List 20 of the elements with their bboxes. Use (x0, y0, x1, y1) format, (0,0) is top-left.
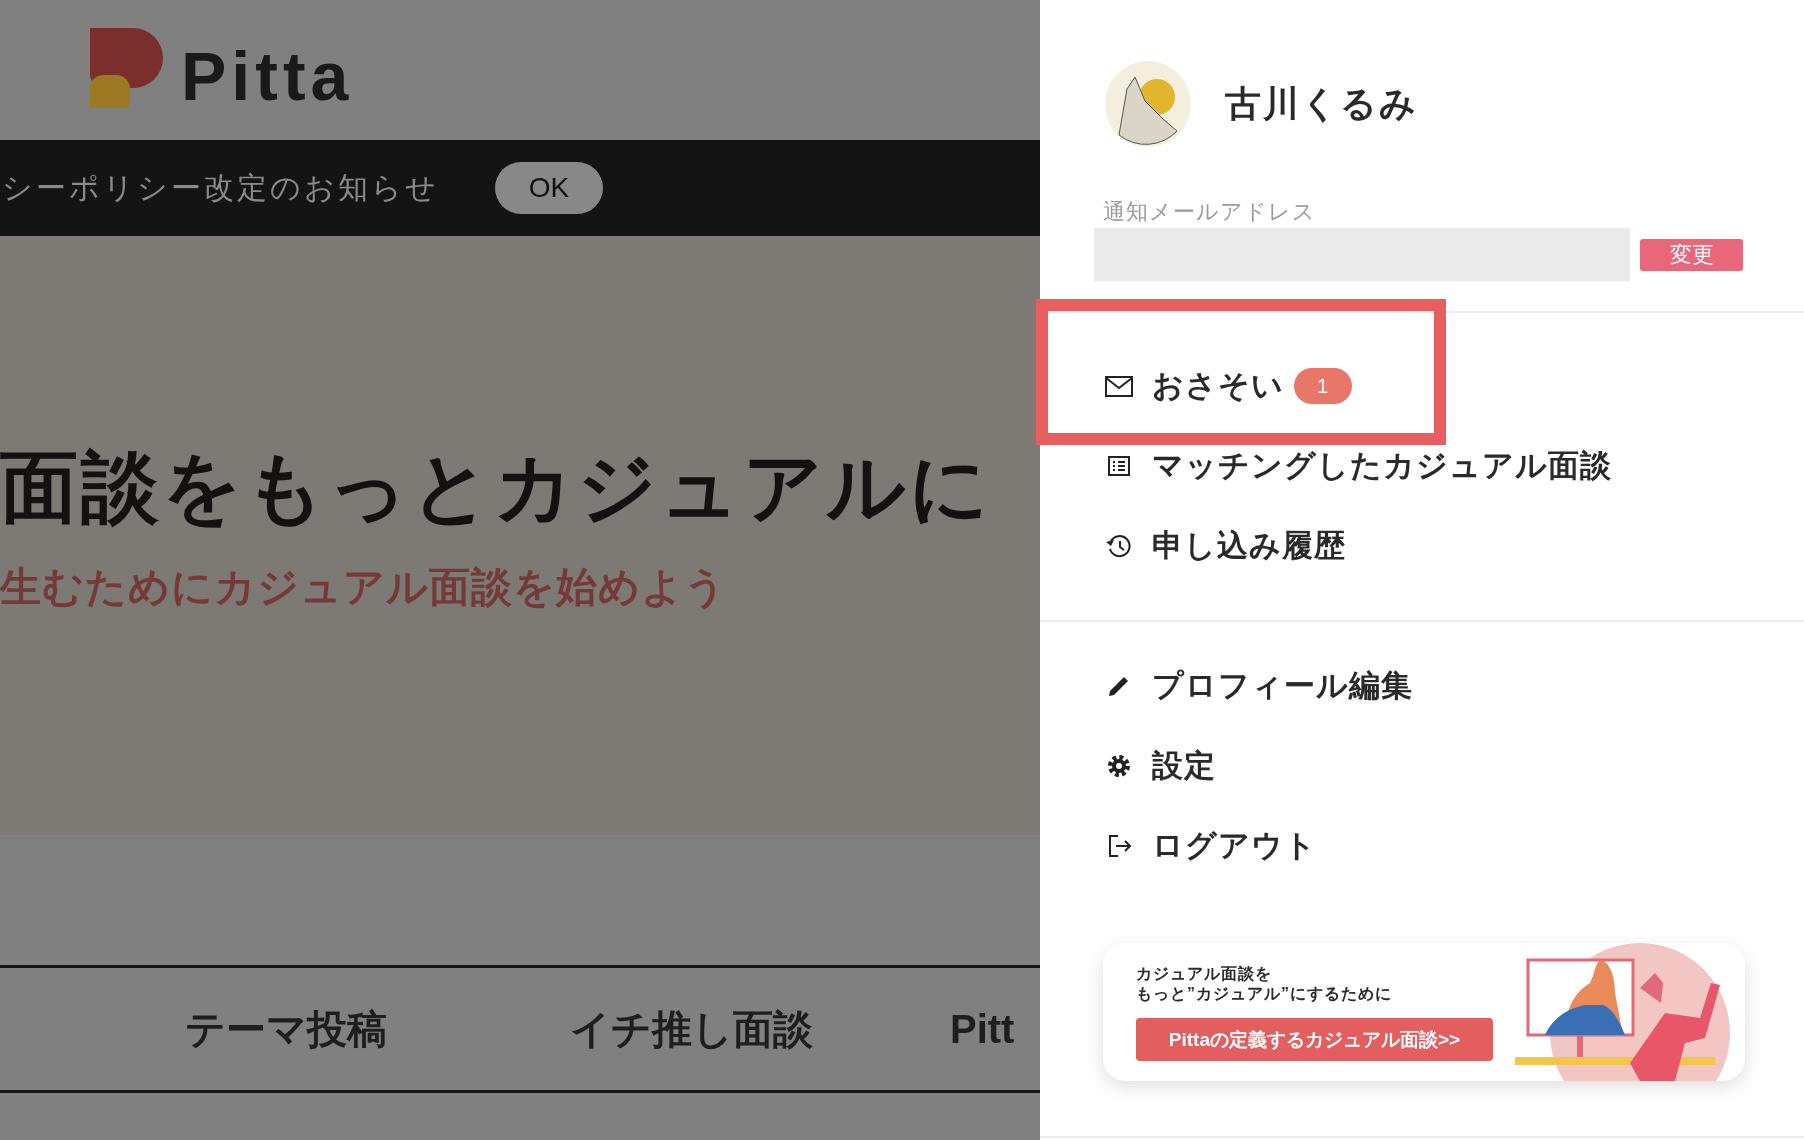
field-label: 通知メールアドレス (1102, 199, 1317, 225)
logo-text: Pitta (181, 42, 354, 110)
banner-text: もっと”カジュアル”にするために (1136, 984, 1392, 1004)
menu-item[interactable]: ログアウト (1104, 806, 1317, 886)
banner-card[interactable]: カジュアル面談を もっと”カジュアル”にするために Pittaの定義するカジュアル面談>> (1103, 943, 1745, 1081)
banner-text: カジュアル面談を (1136, 964, 1272, 984)
menu-item[interactable]: おさそい 1 (1104, 346, 1352, 426)
menu-item[interactable]: マッチングしたカジュアル面談 (1104, 426, 1612, 506)
user-name: 古川くるみ (1225, 81, 1418, 126)
nav-link[interactable]: Pitt (950, 1006, 1015, 1052)
nav-link[interactable]: イチ推し面談 (570, 1001, 813, 1057)
hero-heading: 面談をもっとカジュアルに (0, 442, 993, 532)
ok-button[interactable]: OK (495, 162, 603, 214)
menu-item[interactable]: プロフィール編集 (1104, 646, 1413, 726)
count-badge: 1 (1294, 368, 1352, 404)
menu-item[interactable]: 申し込み履歴 (1104, 506, 1346, 586)
nav-link[interactable]: テーマ投稿 (185, 1001, 387, 1057)
logo-icon (90, 28, 163, 108)
notice-text: シーポリシー改定のお知らせ (2, 169, 439, 206)
menu-item[interactable]: 設定 (1104, 726, 1216, 806)
